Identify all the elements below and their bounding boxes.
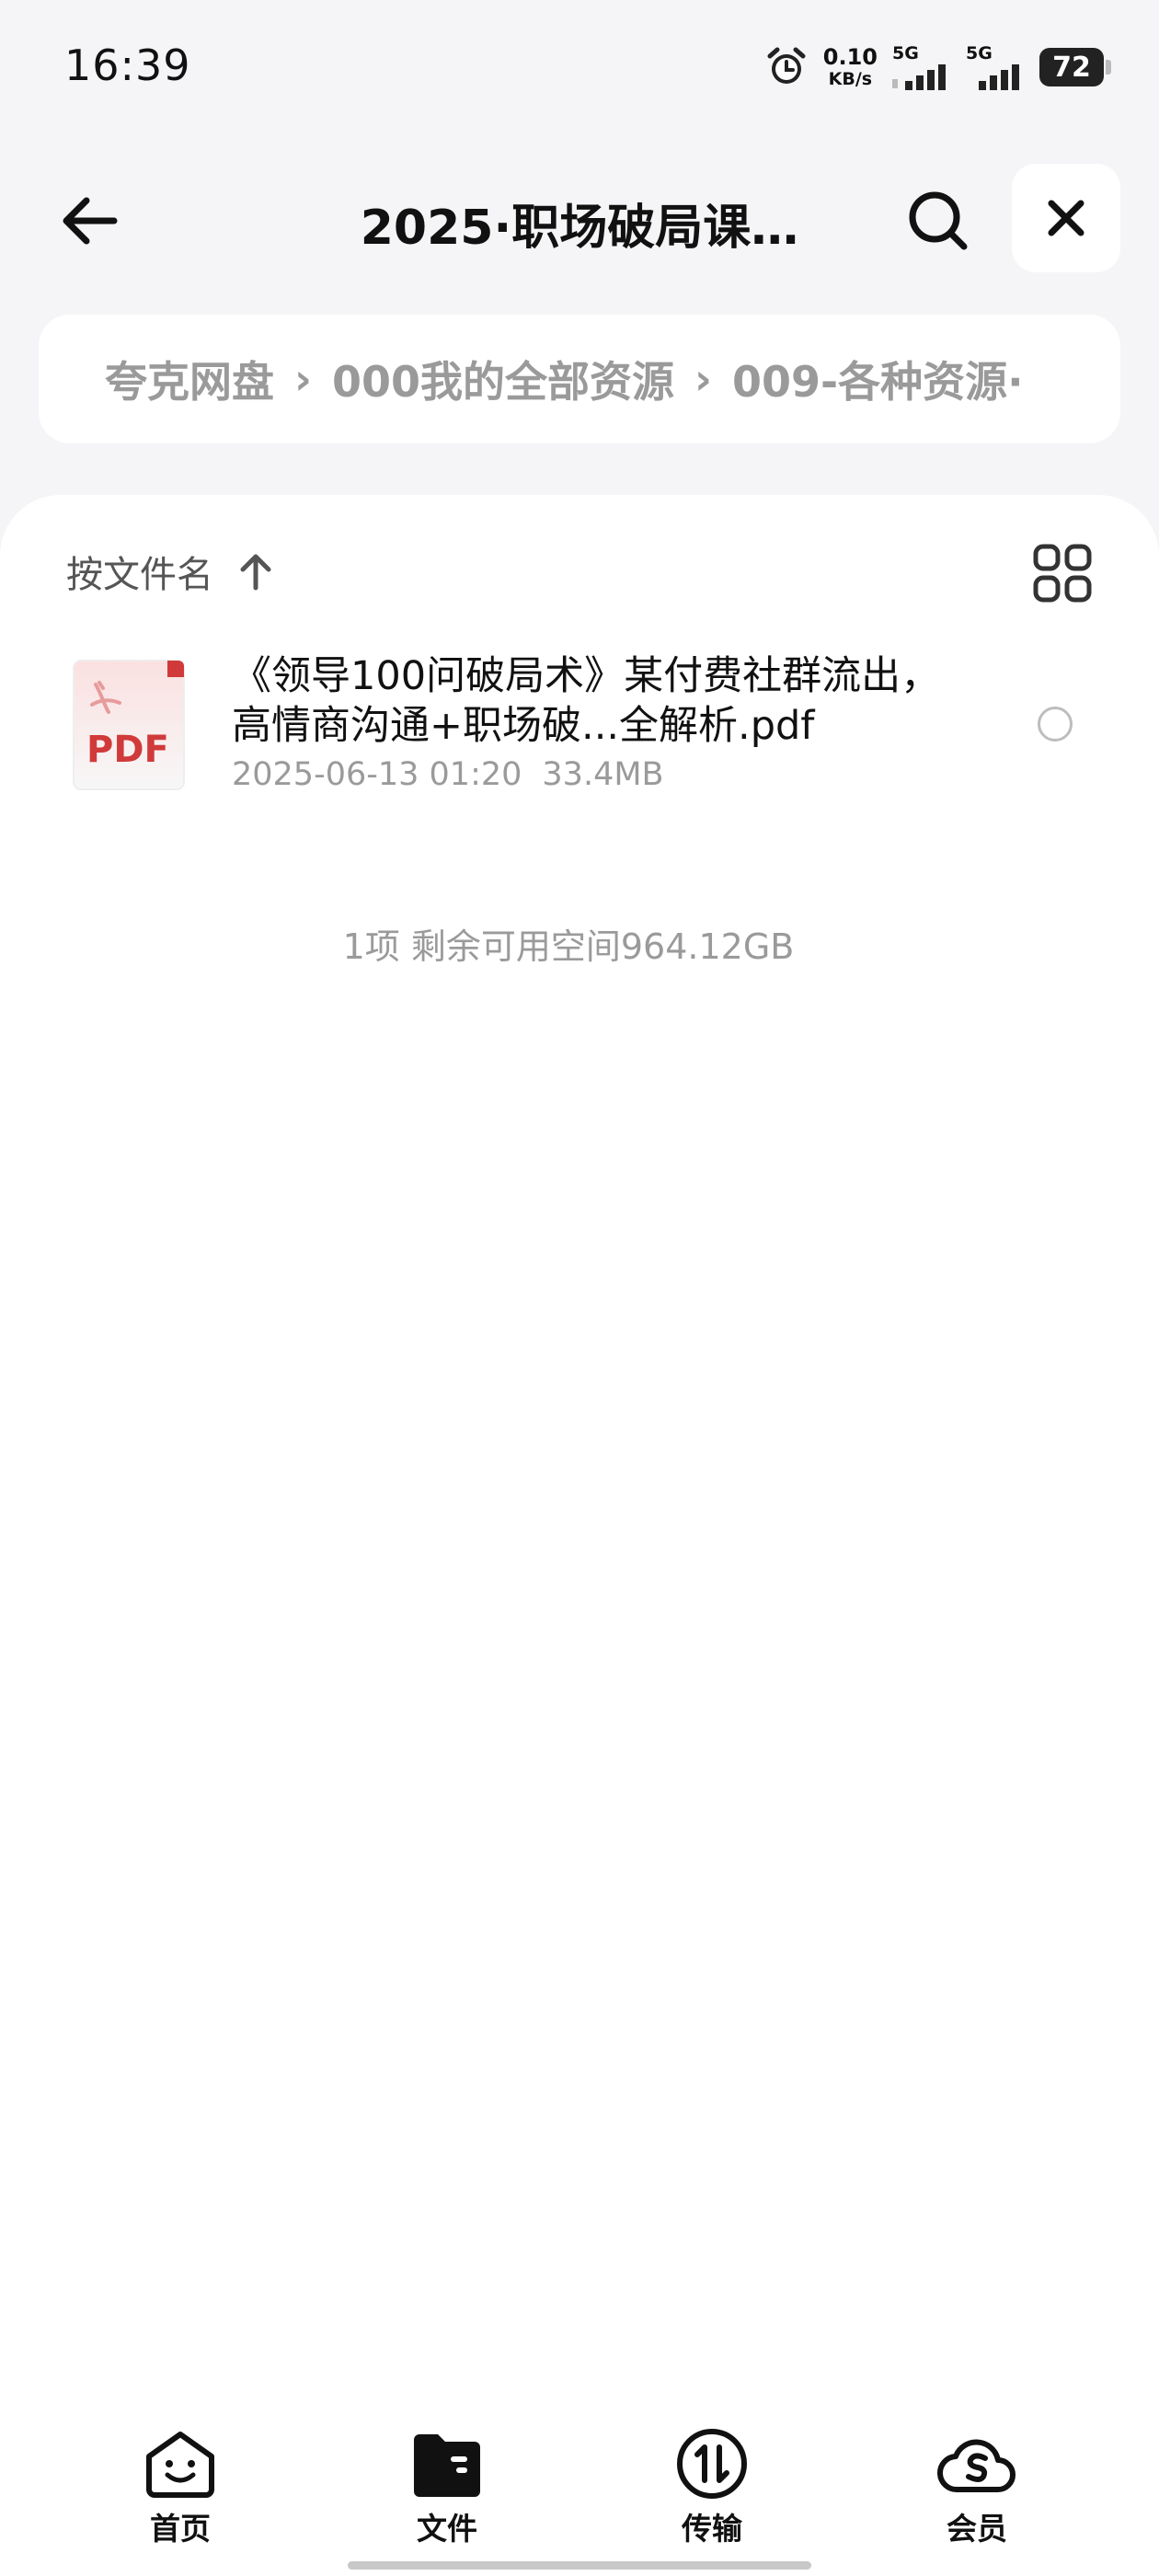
home-smile-icon [146, 2432, 214, 2498]
close-button[interactable] [1012, 164, 1120, 272]
nav-transfer[interactable]: 传输 [620, 2427, 804, 2548]
close-icon [1048, 200, 1084, 236]
signal-bars-icon [892, 63, 946, 90]
file-size: 33.4MB [542, 756, 664, 793]
network-speed: 0.10 KB/s [822, 44, 878, 89]
page-title: 2025·职场破局课… [360, 201, 799, 256]
arrow-up-icon [240, 554, 271, 591]
alarm-icon [767, 47, 806, 84]
list-item[interactable]: PDF 《领导100问破局术》某付费社群流出，高情商沟通+职场破...全解析.p… [0, 651, 1159, 835]
nav-vip[interactable]: 会员 [885, 2427, 1069, 2548]
sort-label: 按文件名 [66, 554, 213, 596]
breadcrumb: 夸克网盘 › 000我的全部资源 › 009-各种资源· [39, 315, 1120, 443]
pdf-file-icon: PDF [73, 660, 185, 790]
home-indicator[interactable] [348, 2561, 811, 2570]
nav-home[interactable]: 首页 [88, 2427, 272, 2548]
file-name: 《领导100问破局术》某付费社群流出，高情商沟通+职场破...全解析.pdf [232, 653, 941, 749]
transfer-icon [677, 2429, 747, 2499]
battery-indicator: 72 [1039, 48, 1111, 86]
folder-icon [414, 2434, 480, 2497]
grid-view-icon [1033, 544, 1092, 603]
select-checkbox[interactable] [1038, 707, 1073, 742]
sort-button[interactable]: 按文件名 [66, 545, 274, 598]
bottom-nav: 首页 文件 传输 会员 [0, 2420, 1159, 2576]
search-icon [909, 191, 968, 250]
signal-sim2: 5G [966, 44, 1025, 90]
breadcrumb-item-current[interactable]: 009-各种资源· [732, 349, 1024, 409]
file-meta: 2025-06-13 01:20 33.4MB [232, 756, 664, 793]
grid-view-toggle[interactable] [1030, 541, 1095, 605]
breadcrumb-item-root[interactable]: 夸克网盘 [105, 349, 274, 409]
cloud-vip-icon [936, 2439, 1016, 2493]
nav-files[interactable]: 文件 [355, 2427, 539, 2548]
chevron-right-icon: › [694, 354, 712, 404]
file-date: 2025-06-13 01:20 [232, 756, 522, 793]
storage-summary: 1项 剩余可用空间964.12GB [342, 926, 795, 967]
back-button[interactable] [48, 184, 131, 258]
chevron-right-icon: › [294, 354, 312, 404]
status-time: 16:39 [64, 40, 191, 90]
file-list-panel: 按文件名 PDF 《领导100问破局术》某付费社群流出，高情商沟通+职场破...… [0, 495, 1159, 2576]
signal-bars-icon [979, 63, 1019, 90]
signal-sim1: 5G [892, 44, 951, 90]
svg-text:PDF: PDF [86, 729, 169, 771]
arrow-left-icon [63, 197, 118, 245]
search-button[interactable] [897, 179, 980, 262]
breadcrumb-item-resources[interactable]: 000我的全部资源 [332, 349, 674, 409]
status-icons: 0.10 KB/s 5G 5G 72 [764, 40, 1111, 94]
